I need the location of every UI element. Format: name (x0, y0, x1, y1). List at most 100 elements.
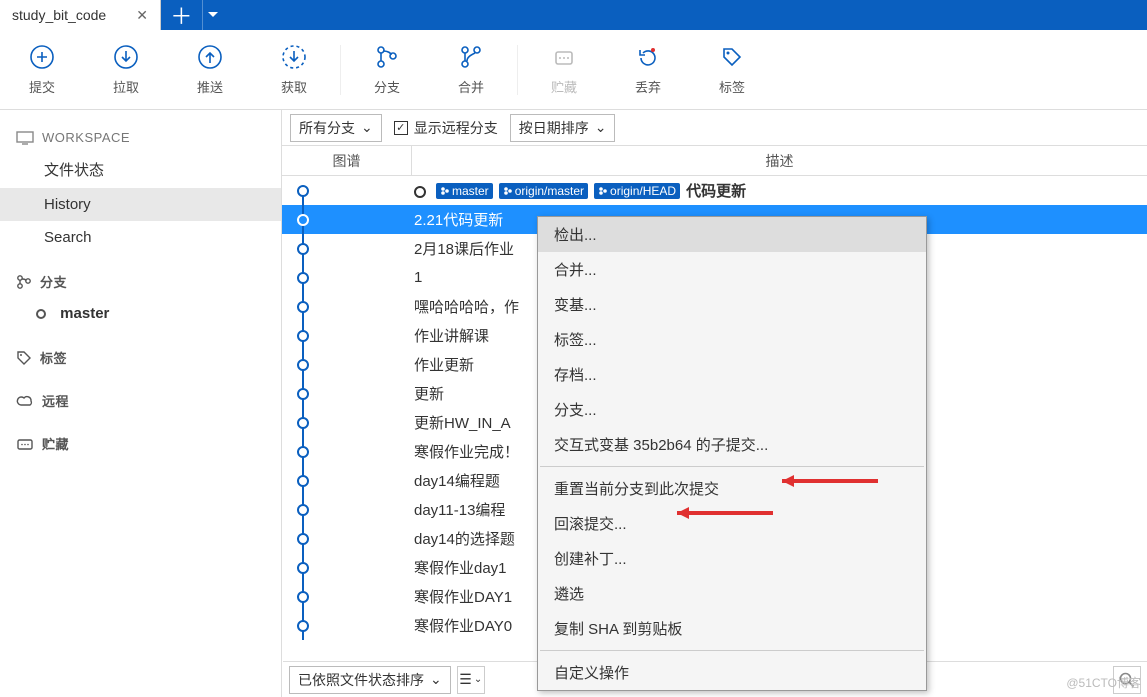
column-headers: 图谱 描述 (282, 146, 1147, 176)
commit-message: 作业更新 (414, 354, 474, 375)
ctx-reset-to-commit[interactable]: 重置当前分支到此次提交 (538, 471, 926, 506)
show-remote-checkbox[interactable]: ✓ 显示远程分支 (394, 118, 498, 138)
commit-message: 寒假作业DAY1 (414, 586, 512, 607)
branch-icon (373, 43, 401, 71)
column-graph[interactable]: 图谱 (282, 146, 412, 175)
graph-cell (282, 611, 412, 640)
sidebar-item-search[interactable]: Search (0, 221, 281, 254)
tags-label: 标签 (40, 348, 67, 367)
branches-label: 分支 (40, 272, 67, 291)
toolbar-label: 分支 (374, 77, 400, 96)
repo-tab-title: study_bit_code (12, 7, 106, 23)
graph-cell (282, 408, 412, 437)
toolbar-label: 丢弃 (635, 77, 661, 96)
sort-dropdown[interactable]: 按日期排序 ⌄ (510, 114, 616, 142)
title-bar: study_bit_code ✕ ＋ (0, 0, 1147, 30)
push-button[interactable]: 推送 (168, 43, 252, 96)
merge-icon (457, 43, 485, 71)
list-icon: ☰ (459, 671, 472, 688)
toolbar-label: 贮藏 (551, 77, 577, 96)
sidebar-item-history[interactable]: History (0, 188, 281, 221)
chevron-down-icon: ⌄ (595, 119, 607, 136)
ref-badge-master[interactable]: master (436, 183, 493, 199)
stash-button[interactable]: 贮藏 (522, 43, 606, 96)
branch-icon (16, 274, 32, 290)
new-tab-button[interactable]: ＋ (161, 0, 203, 30)
graph-cell (282, 292, 412, 321)
merge-button[interactable]: 合并 (429, 43, 513, 96)
remotes-label: 远程 (42, 391, 69, 410)
close-icon[interactable]: ✕ (136, 7, 148, 24)
commit-message: day14编程题 (414, 470, 500, 491)
tag-button[interactable]: 标签 (690, 43, 774, 96)
discard-button[interactable]: 丢弃 (606, 43, 690, 96)
toolbar-label: 合并 (458, 77, 484, 96)
graph-cell (282, 582, 412, 611)
workspace-label: WORKSPACE (42, 130, 130, 145)
sidebar-item-label: 文件状态 (44, 162, 104, 179)
tags-header[interactable]: 标签 (0, 342, 281, 373)
graph-cell (282, 234, 412, 263)
ctx-branch[interactable]: 分支... (538, 392, 926, 427)
commit-message: day14的选择题 (414, 528, 515, 549)
commit-row[interactable]: master origin/master origin/HEAD 代码更新 (282, 176, 1147, 205)
commit-button[interactable]: 提交 (0, 43, 84, 96)
view-options-button[interactable]: ☰ ⌄ (457, 666, 485, 694)
branches-header[interactable]: 分支 (0, 266, 281, 297)
ctx-revert-commit[interactable]: 回滚提交... (538, 506, 926, 541)
commit-message: 2月18课后作业 (414, 238, 514, 259)
ctx-checkout[interactable]: 检出... (538, 217, 926, 252)
graph-cell (282, 524, 412, 553)
pull-icon (112, 43, 140, 71)
workspace-header[interactable]: WORKSPACE (0, 124, 281, 151)
graph-cell (282, 495, 412, 524)
tag-icon (16, 350, 32, 366)
show-remote-label: 显示远程分支 (414, 118, 498, 138)
filter-bar: 所有分支 ⌄ ✓ 显示远程分支 按日期排序 ⌄ (282, 110, 1147, 146)
commit-message: 更新 (414, 383, 444, 404)
checkbox-icon: ✓ (394, 121, 408, 135)
sort-mode-dropdown[interactable]: 已依照文件状态排序 ⌄ (289, 666, 451, 694)
ctx-rebase[interactable]: 变基... (538, 287, 926, 322)
ctx-interactive-rebase[interactable]: 交互式变基 35b2b64 的子提交... (538, 427, 926, 462)
commit-message: 嘿哈哈哈哈，作 (414, 296, 519, 317)
ctx-copy-sha[interactable]: 复制 SHA 到剪贴板 (538, 611, 926, 646)
commit-message: 寒假作业day1 (414, 557, 507, 578)
column-description[interactable]: 描述 (412, 146, 1147, 175)
ctx-cherry-pick[interactable]: 遴选 (538, 576, 926, 611)
commit-icon (28, 43, 56, 71)
graph-cell (282, 263, 412, 292)
ctx-tag[interactable]: 标签... (538, 322, 926, 357)
graph-cell (282, 379, 412, 408)
graph-cell (282, 466, 412, 495)
chevron-down-icon: ⌄ (430, 671, 442, 688)
toolbar-separator (340, 45, 341, 95)
ctx-create-patch[interactable]: 创建补丁... (538, 541, 926, 576)
remotes-header[interactable]: 远程 (0, 385, 281, 416)
head-indicator-icon (414, 186, 426, 198)
fetch-icon (280, 43, 308, 71)
sidebar-item-filestatus[interactable]: 文件状态 (0, 151, 281, 188)
pull-button[interactable]: 拉取 (84, 43, 168, 96)
ctx-merge[interactable]: 合并... (538, 252, 926, 287)
stashes-header[interactable]: 贮藏 (0, 428, 281, 459)
ref-badge-origin-master[interactable]: origin/master (499, 183, 588, 199)
commit-message: day11-13编程 (414, 499, 505, 520)
commit-message: 1 (414, 269, 422, 286)
ref-badge-origin-head[interactable]: origin/HEAD (594, 183, 680, 199)
sidebar: WORKSPACE 文件状态 History Search 分支 master … (0, 110, 282, 697)
repo-tab[interactable]: study_bit_code ✕ (0, 0, 161, 30)
graph-cell (282, 437, 412, 466)
branch-filter-dropdown[interactable]: 所有分支 ⌄ (290, 114, 382, 142)
ctx-archive[interactable]: 存档... (538, 357, 926, 392)
menu-separator (540, 466, 924, 467)
watermark: @51CTO博客 (1066, 674, 1141, 691)
discard-icon (634, 43, 662, 71)
tab-menu-button[interactable] (203, 12, 223, 18)
fetch-button[interactable]: 获取 (252, 43, 336, 96)
commit-context-menu: 检出... 合并... 变基... 标签... 存档... 分支... 交互式变… (537, 216, 927, 691)
commit-message: 2.21代码更新 (414, 209, 503, 230)
branch-button[interactable]: 分支 (345, 43, 429, 96)
sidebar-branch-master[interactable]: master (0, 297, 281, 330)
ctx-custom-actions[interactable]: 自定义操作 (538, 655, 926, 690)
